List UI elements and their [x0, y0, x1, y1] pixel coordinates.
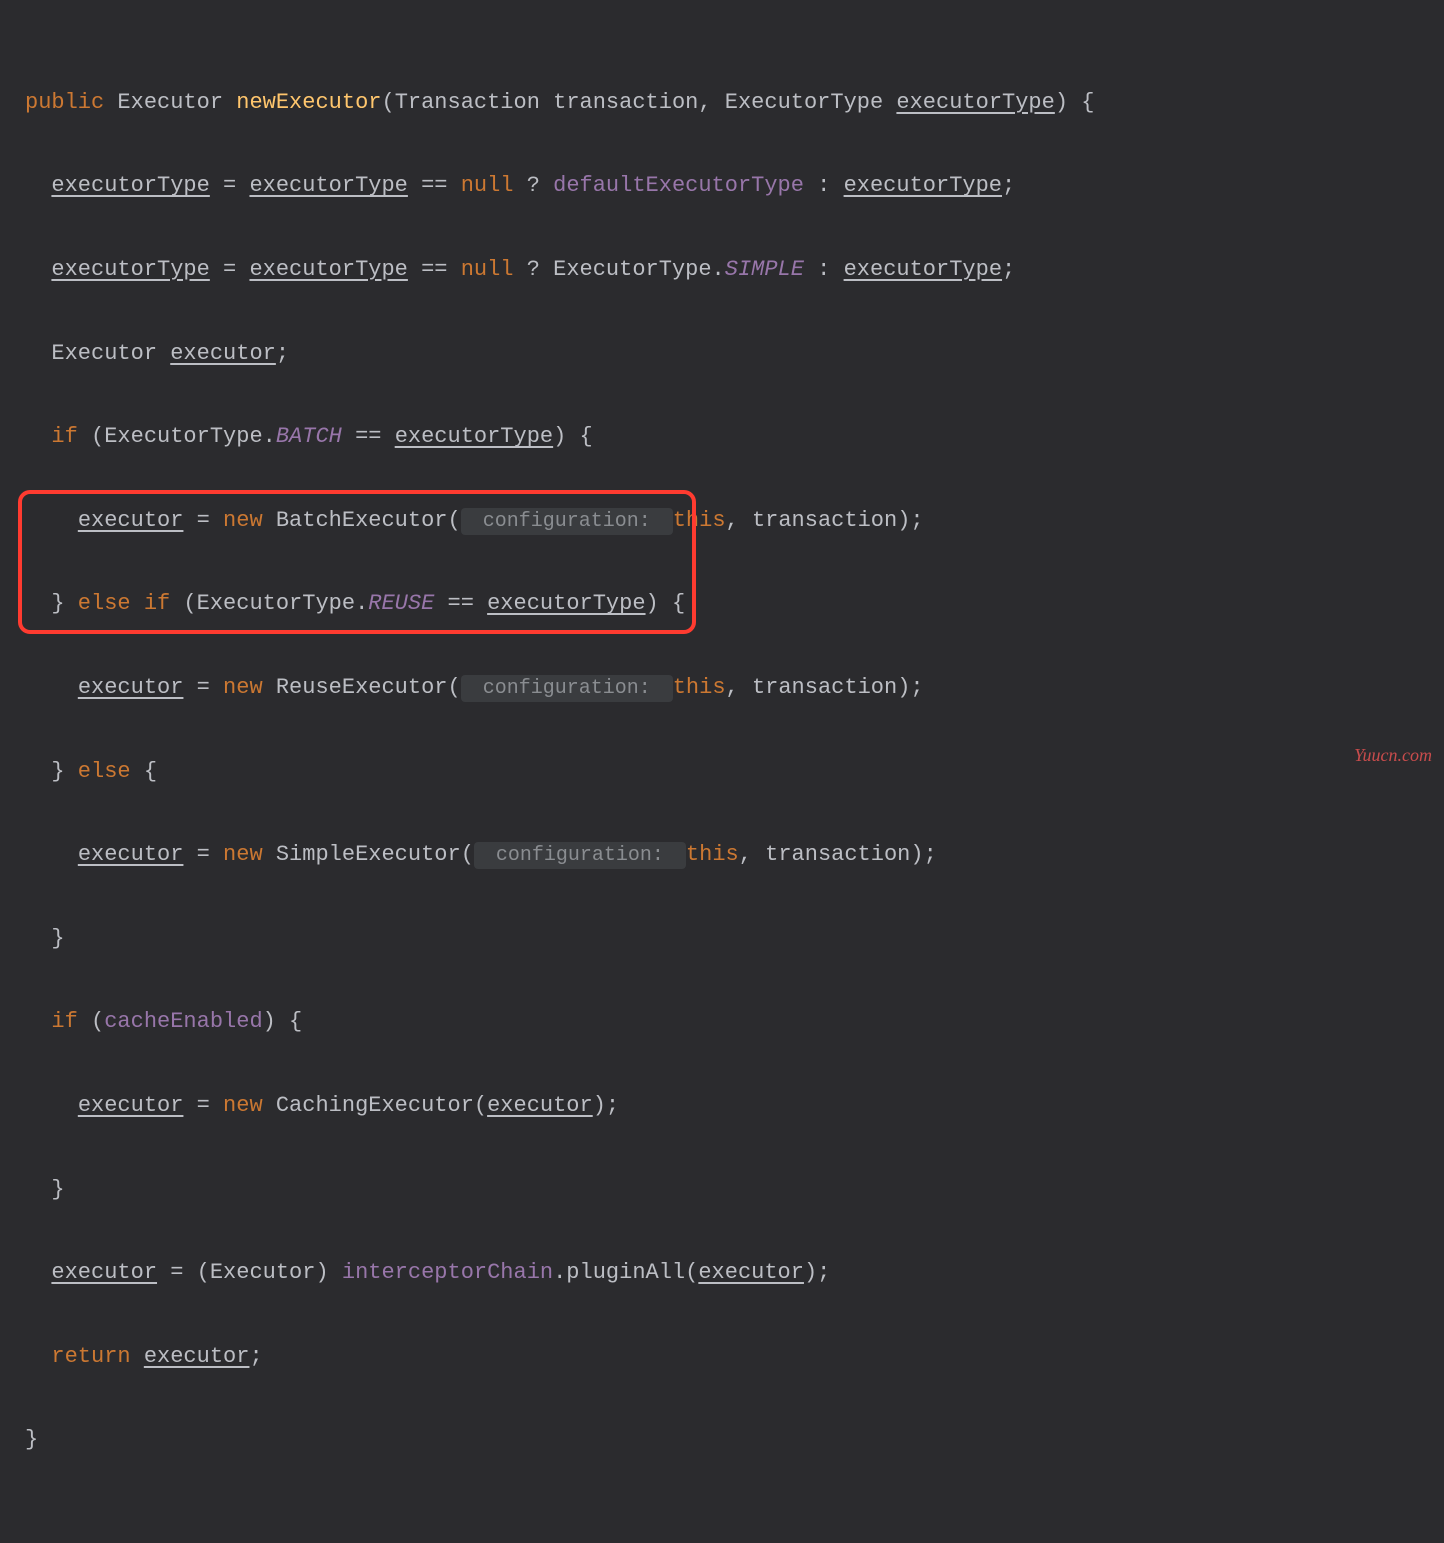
code-line: executor = new BatchExecutor( configurat… [25, 500, 1419, 542]
keyword-public: public [25, 90, 104, 115]
method-name: newExecutor [236, 90, 381, 115]
code-editor-viewport: public Executor newExecutor(Transaction … [0, 0, 1444, 1543]
param-type: ExecutorType [725, 90, 883, 115]
code-line: executor = (Executor) interceptorChain.p… [25, 1252, 1419, 1294]
param-name: transaction [553, 90, 698, 115]
watermark-text: Yuucn.com [1354, 738, 1432, 772]
code-line: } [25, 1169, 1419, 1211]
return-type: Executor [117, 90, 223, 115]
code-line: executorType = executorType == null ? Ex… [25, 249, 1419, 291]
param-type: Transaction [395, 90, 540, 115]
parameter-hint: configuration: [461, 508, 673, 535]
param-name: executorType [896, 90, 1054, 115]
code-line: } [25, 918, 1419, 960]
parameter-hint: configuration: [461, 675, 673, 702]
code-line: Executor executor; [25, 333, 1419, 375]
code-line: return executor; [25, 1336, 1419, 1378]
code-line: executor = new SimpleExecutor( configura… [25, 834, 1419, 876]
code-line: } else { [25, 751, 1419, 793]
code-line: executorType = executorType == null ? de… [25, 165, 1419, 207]
code-line: executor = new CachingExecutor(executor)… [25, 1085, 1419, 1127]
code-line: if (cacheEnabled) { [25, 1001, 1419, 1043]
code-line: executor = new ReuseExecutor( configurat… [25, 667, 1419, 709]
parameter-hint: configuration: [474, 842, 686, 869]
code-line: public Executor newExecutor(Transaction … [25, 82, 1419, 124]
code-line: if (ExecutorType.BATCH == executorType) … [25, 416, 1419, 458]
code-line: } else if (ExecutorType.REUSE == executo… [25, 583, 1419, 625]
code-line: } [25, 1419, 1419, 1461]
